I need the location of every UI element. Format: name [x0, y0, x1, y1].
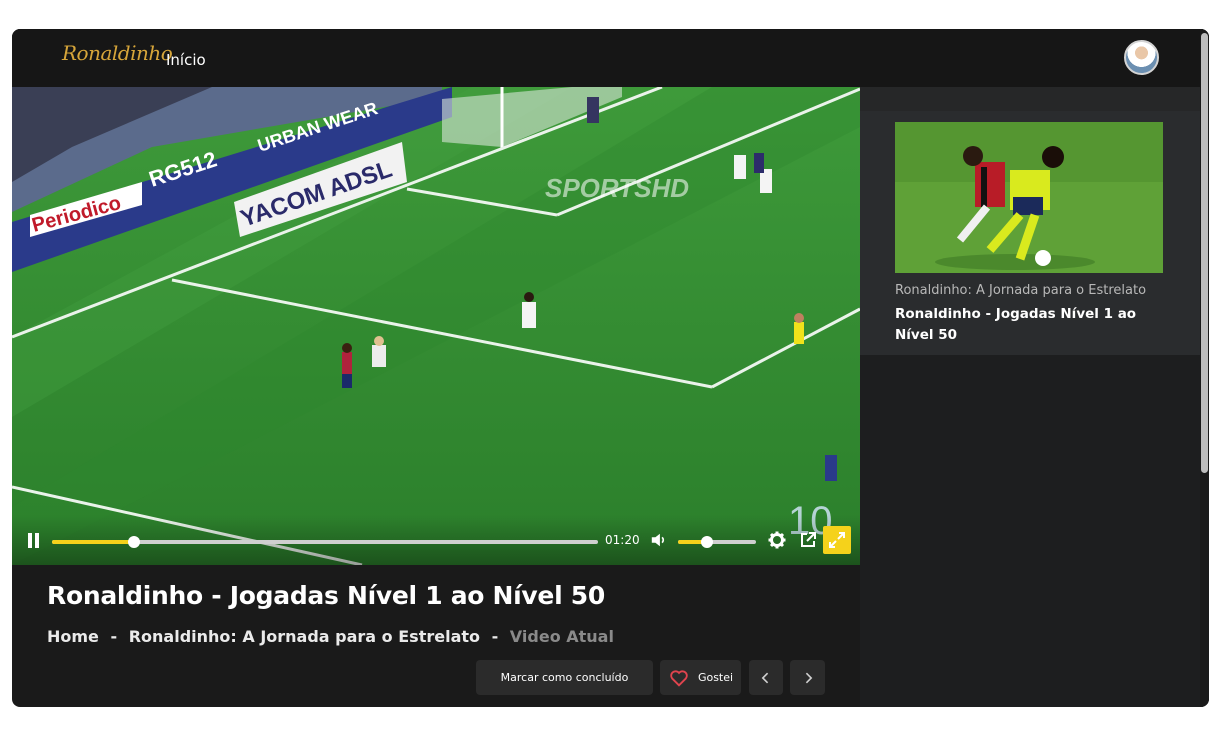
fullscreen-icon — [829, 532, 845, 548]
breadcrumb-separator: - — [110, 627, 118, 646]
top-navbar: Ronaldinho Início — [12, 29, 1209, 87]
mark-complete-button[interactable]: Marcar como concluído — [476, 660, 653, 695]
next-button[interactable] — [790, 660, 825, 695]
user-avatar[interactable] — [1124, 40, 1159, 75]
video-watermark: SPORTSHD — [545, 173, 689, 203]
breadcrumb-separator: - — [491, 627, 499, 646]
pause-icon[interactable] — [26, 533, 42, 549]
seek-progress — [52, 540, 134, 544]
heart-icon — [670, 669, 688, 687]
playlist-sidebar: Ronaldinho: A Jornada para o Estrelato R… — [860, 87, 1200, 707]
playlist-item-thumbnail[interactable] — [895, 122, 1163, 273]
current-time: 01:20 — [605, 533, 640, 547]
like-button[interactable]: Gostei — [660, 660, 741, 695]
seek-handle[interactable] — [127, 536, 140, 548]
popout-icon[interactable] — [798, 530, 818, 550]
mark-complete-label: Marcar como concluído — [500, 671, 629, 684]
volume-handle[interactable] — [700, 536, 713, 548]
video-controls: 01:20 — [12, 515, 860, 565]
page-scrollbar[interactable] — [1200, 29, 1209, 707]
chevron-right-icon — [805, 672, 812, 683]
playlist-item[interactable]: Ronaldinho: A Jornada para o Estrelato R… — [860, 111, 1200, 355]
sidebar-header — [860, 87, 1200, 111]
scrollbar-thumb[interactable] — [1201, 33, 1208, 473]
video-frame: Periodico RG512 URBAN WEAR YACOM ADSL SP… — [12, 87, 860, 565]
previous-button[interactable] — [749, 660, 783, 695]
playlist-item-module: Ronaldinho: A Jornada para o Estrelato — [895, 283, 1147, 298]
chevron-left-icon — [761, 672, 769, 683]
gear-icon[interactable] — [767, 530, 787, 550]
fullscreen-button[interactable] — [823, 526, 851, 554]
nav-home-link[interactable]: Início — [166, 51, 206, 69]
seek-bar[interactable] — [52, 536, 598, 548]
like-label: Gostei — [697, 671, 734, 684]
video-player[interactable]: Periodico RG512 URBAN WEAR YACOM ADSL SP… — [12, 87, 860, 565]
breadcrumb-home[interactable]: Home — [47, 627, 99, 646]
breadcrumb: Home - Ronaldinho: A Jornada para o Estr… — [47, 627, 614, 646]
volume-icon[interactable] — [650, 531, 668, 549]
video-title: Ronaldinho - Jogadas Nível 1 ao Nível 50 — [47, 581, 605, 610]
volume-slider[interactable] — [678, 536, 756, 548]
brand-logo[interactable]: Ronaldinho — [62, 41, 173, 65]
playlist-item-title[interactable]: Ronaldinho - Jogadas Nível 1 ao Nível 50 — [895, 304, 1163, 346]
app-window: Ronaldinho Início Periodico RG512 URBAN … — [12, 29, 1209, 707]
breadcrumb-current: Video Atual — [509, 627, 614, 646]
breadcrumb-module[interactable]: Ronaldinho: A Jornada para o Estrelato — [129, 627, 480, 646]
